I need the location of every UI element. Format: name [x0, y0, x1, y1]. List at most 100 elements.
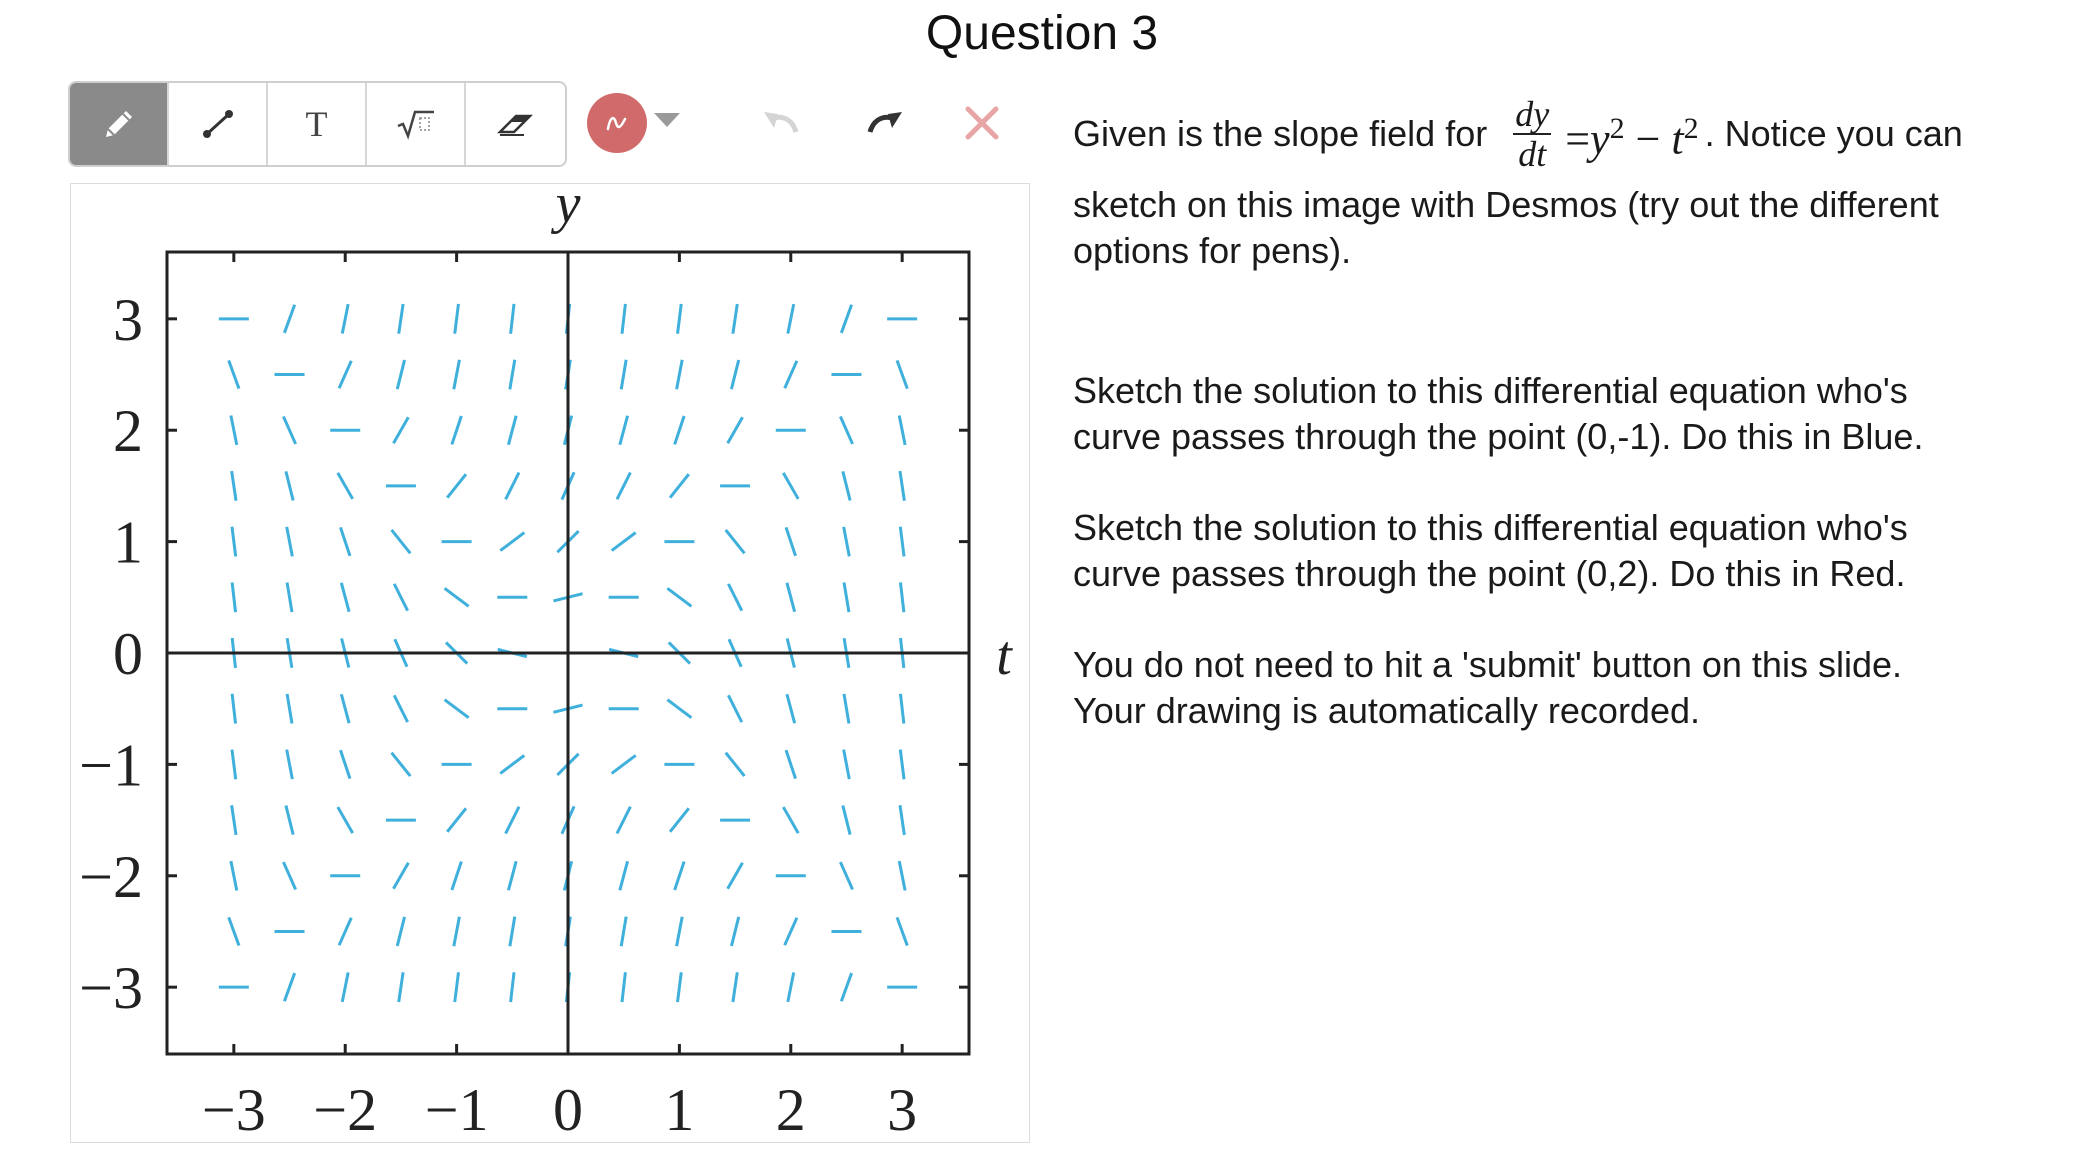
slope-segment: [392, 583, 409, 612]
slope-segment: [724, 751, 746, 778]
slope-segment: [397, 303, 405, 334]
slope-segment: [842, 526, 851, 557]
slope-segment: [392, 694, 409, 723]
y-tick-label: 1: [113, 510, 143, 576]
slope-segment: [727, 694, 744, 723]
y-tick-label: −2: [79, 844, 143, 910]
x-tick-label: −1: [425, 1077, 489, 1142]
note-line-1: You do not need to hit a 'submit' button…: [1073, 644, 1902, 685]
axis-ticks: −3 −2 −1 0 1 2 3 3 2 1 0 −1 −2 −3: [79, 252, 969, 1142]
slope-segment: [898, 749, 906, 780]
slope-segment: [443, 698, 470, 719]
chevron-down-icon[interactable]: [654, 113, 680, 127]
slope-segment: [842, 582, 851, 613]
redo-icon: [867, 112, 902, 133]
slope-segment: [285, 693, 294, 724]
x-tick-label: 3: [887, 1077, 917, 1142]
slope-segment: [446, 807, 468, 833]
pen-stroke-icon: [606, 116, 627, 131]
slope-segment: [395, 916, 407, 947]
slope-segment: [506, 415, 518, 446]
close-icon: [965, 106, 999, 140]
line-segment-icon: [202, 110, 233, 138]
slope-segment: [895, 359, 909, 390]
slope-segment: [618, 415, 630, 446]
slope-segment: [676, 303, 683, 334]
slope-segment: [282, 304, 297, 334]
undo-button[interactable]: [756, 100, 806, 149]
slope-segment: [285, 526, 294, 557]
slope-segment: [784, 526, 797, 557]
slope-segment: [499, 754, 526, 775]
slope-segment: [895, 916, 909, 947]
intro-text: Given is the slope field for: [1073, 113, 1488, 154]
slope-segment: [841, 805, 852, 835]
y-tick-label: 3: [113, 287, 143, 353]
slope-segment: [668, 473, 690, 499]
pen-color-button[interactable]: [587, 93, 647, 153]
slope-segment: [340, 303, 350, 334]
slope-segment: [839, 861, 854, 891]
slope-segment: [443, 587, 470, 608]
slope-segment: [452, 916, 461, 947]
slope-segment: [282, 972, 297, 1002]
x-tick-label: 0: [553, 1077, 583, 1142]
task-blue-line-2: curve passes through the point (0,-1). D…: [1073, 416, 1924, 457]
slope-segment: [397, 972, 405, 1003]
slope-segment: [509, 972, 516, 1003]
text-icon: T: [305, 104, 328, 144]
line-tool-button[interactable]: [169, 83, 268, 165]
slope-segment: [284, 805, 295, 835]
task-red-line-1: Sketch the solution to this differential…: [1073, 507, 1908, 548]
slope-segment: [666, 587, 693, 608]
slope-segment: [673, 861, 686, 891]
slope-segment: [666, 698, 693, 719]
slope-segment: [839, 415, 854, 445]
slope-segment: [509, 303, 516, 334]
eraser-icon: [496, 114, 533, 136]
slope-segment: [499, 531, 526, 552]
instructions-panel: Given is the slope field for dy dt =y2 −…: [1073, 86, 2073, 734]
eraser-tool-button[interactable]: [466, 83, 565, 165]
y-tick-label: 2: [113, 398, 143, 464]
slope-segment: [675, 359, 684, 390]
slope-segment: [841, 471, 852, 501]
slope-segment: [675, 916, 684, 947]
slope-segment: [395, 359, 407, 390]
slope-segment: [785, 582, 797, 613]
x-tick-label: 2: [776, 1077, 806, 1142]
slope-segment: [897, 415, 907, 446]
slope-segment: [282, 415, 297, 445]
sketch-canvas[interactable]: −3 −2 −1 0 1 2 3 3 2 1 0 −1 −2 −3 y t: [70, 183, 1030, 1143]
slope-segment: [230, 526, 238, 557]
slope-segment: [726, 416, 744, 444]
slope-segment: [337, 917, 353, 946]
slope-segment: [786, 303, 796, 334]
slope-segment: [620, 303, 627, 334]
x-tick-label: −3: [202, 1077, 266, 1142]
slope-segment: [340, 972, 350, 1003]
slope-segment: [782, 806, 800, 834]
pen-tool-button[interactable]: [70, 83, 169, 165]
slope-segment: [842, 693, 851, 724]
slope-segment: [230, 749, 238, 780]
text-tool-button[interactable]: T: [268, 83, 367, 165]
slope-segment: [453, 303, 460, 334]
slope-segment: [339, 693, 351, 724]
slope-segment: [615, 805, 632, 835]
y-axis-label: y: [551, 184, 581, 235]
y-tick-label: −3: [79, 955, 143, 1021]
intro-line-2: sketch on this image with Desmos (try ou…: [1073, 184, 1939, 225]
slope-segment: [230, 470, 238, 501]
slope-segment: [729, 359, 741, 390]
slope-segment: [729, 916, 741, 947]
slope-segment: [726, 862, 744, 890]
slope-segment: [842, 749, 851, 780]
redo-button[interactable]: [860, 100, 910, 149]
clear-button[interactable]: [962, 103, 1002, 148]
slope-segment: [450, 415, 463, 445]
x-tick-label: −2: [313, 1077, 377, 1142]
math-tool-button[interactable]: [367, 83, 466, 165]
slope-segment: [229, 415, 239, 446]
slope-segment: [282, 861, 297, 891]
